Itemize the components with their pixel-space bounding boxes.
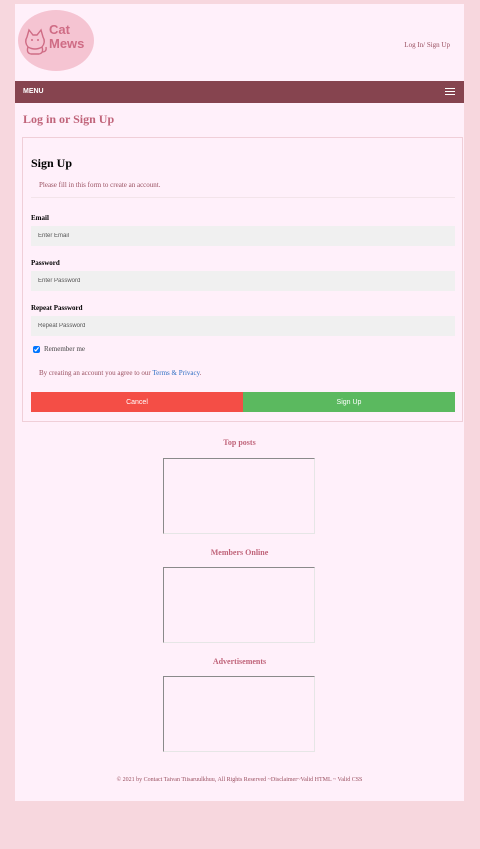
nav-bar: MENU [15, 81, 464, 103]
page-container: Cat Mews Log In/ Sign Up MENU Log in or … [15, 4, 464, 801]
form-subtitle: Please fill in this form to create an ac… [39, 181, 161, 189]
terms-notice: By creating an account you agree to our … [39, 369, 201, 377]
logo-text: Cat Mews [49, 23, 91, 51]
cat-logo-icon [25, 28, 47, 55]
cancel-button[interactable]: Cancel [31, 392, 243, 412]
login-signup-link[interactable]: Log In/ Sign Up [404, 41, 450, 49]
form-divider [31, 197, 455, 198]
terms-link[interactable]: Terms & Privacy [152, 369, 199, 377]
menu-label[interactable]: MENU [23, 88, 44, 95]
top-posts-title: Top posts [223, 438, 256, 447]
form-title: Sign Up [31, 156, 73, 170]
signup-button[interactable]: Sign Up [243, 392, 455, 412]
site-logo[interactable]: Cat Mews [18, 10, 94, 71]
logo-text-line1: Cat [49, 22, 70, 37]
email-field[interactable] [31, 226, 455, 246]
password-field[interactable] [31, 271, 455, 291]
email-label: Email [31, 214, 49, 222]
members-online-title: Members Online [210, 548, 269, 557]
advertisements-title: Advertisements [212, 657, 267, 666]
footer-text: © 2021 by Contact Taivan Tiisaruulkhuu, … [116, 777, 363, 783]
hamburger-menu-icon[interactable] [445, 88, 455, 96]
logo-text-line2: Mews [49, 36, 85, 51]
password-label: Password [31, 259, 60, 267]
remember-label: Remember me [44, 345, 86, 353]
advertisements-widget [163, 676, 315, 752]
remember-me[interactable]: Remember me [33, 345, 85, 353]
repeat-password-field[interactable] [31, 316, 455, 336]
members-online-widget [163, 567, 315, 643]
page-title: Log in or Sign Up [23, 112, 115, 126]
terms-end: . [199, 369, 202, 377]
top-posts-widget [163, 458, 315, 534]
remember-checkbox[interactable] [33, 345, 40, 353]
terms-text: By creating an account you agree to our [39, 369, 153, 377]
signup-form: Sign Up Please fill in this form to crea… [22, 137, 463, 422]
repeat-password-label: Repeat Password [31, 304, 83, 312]
